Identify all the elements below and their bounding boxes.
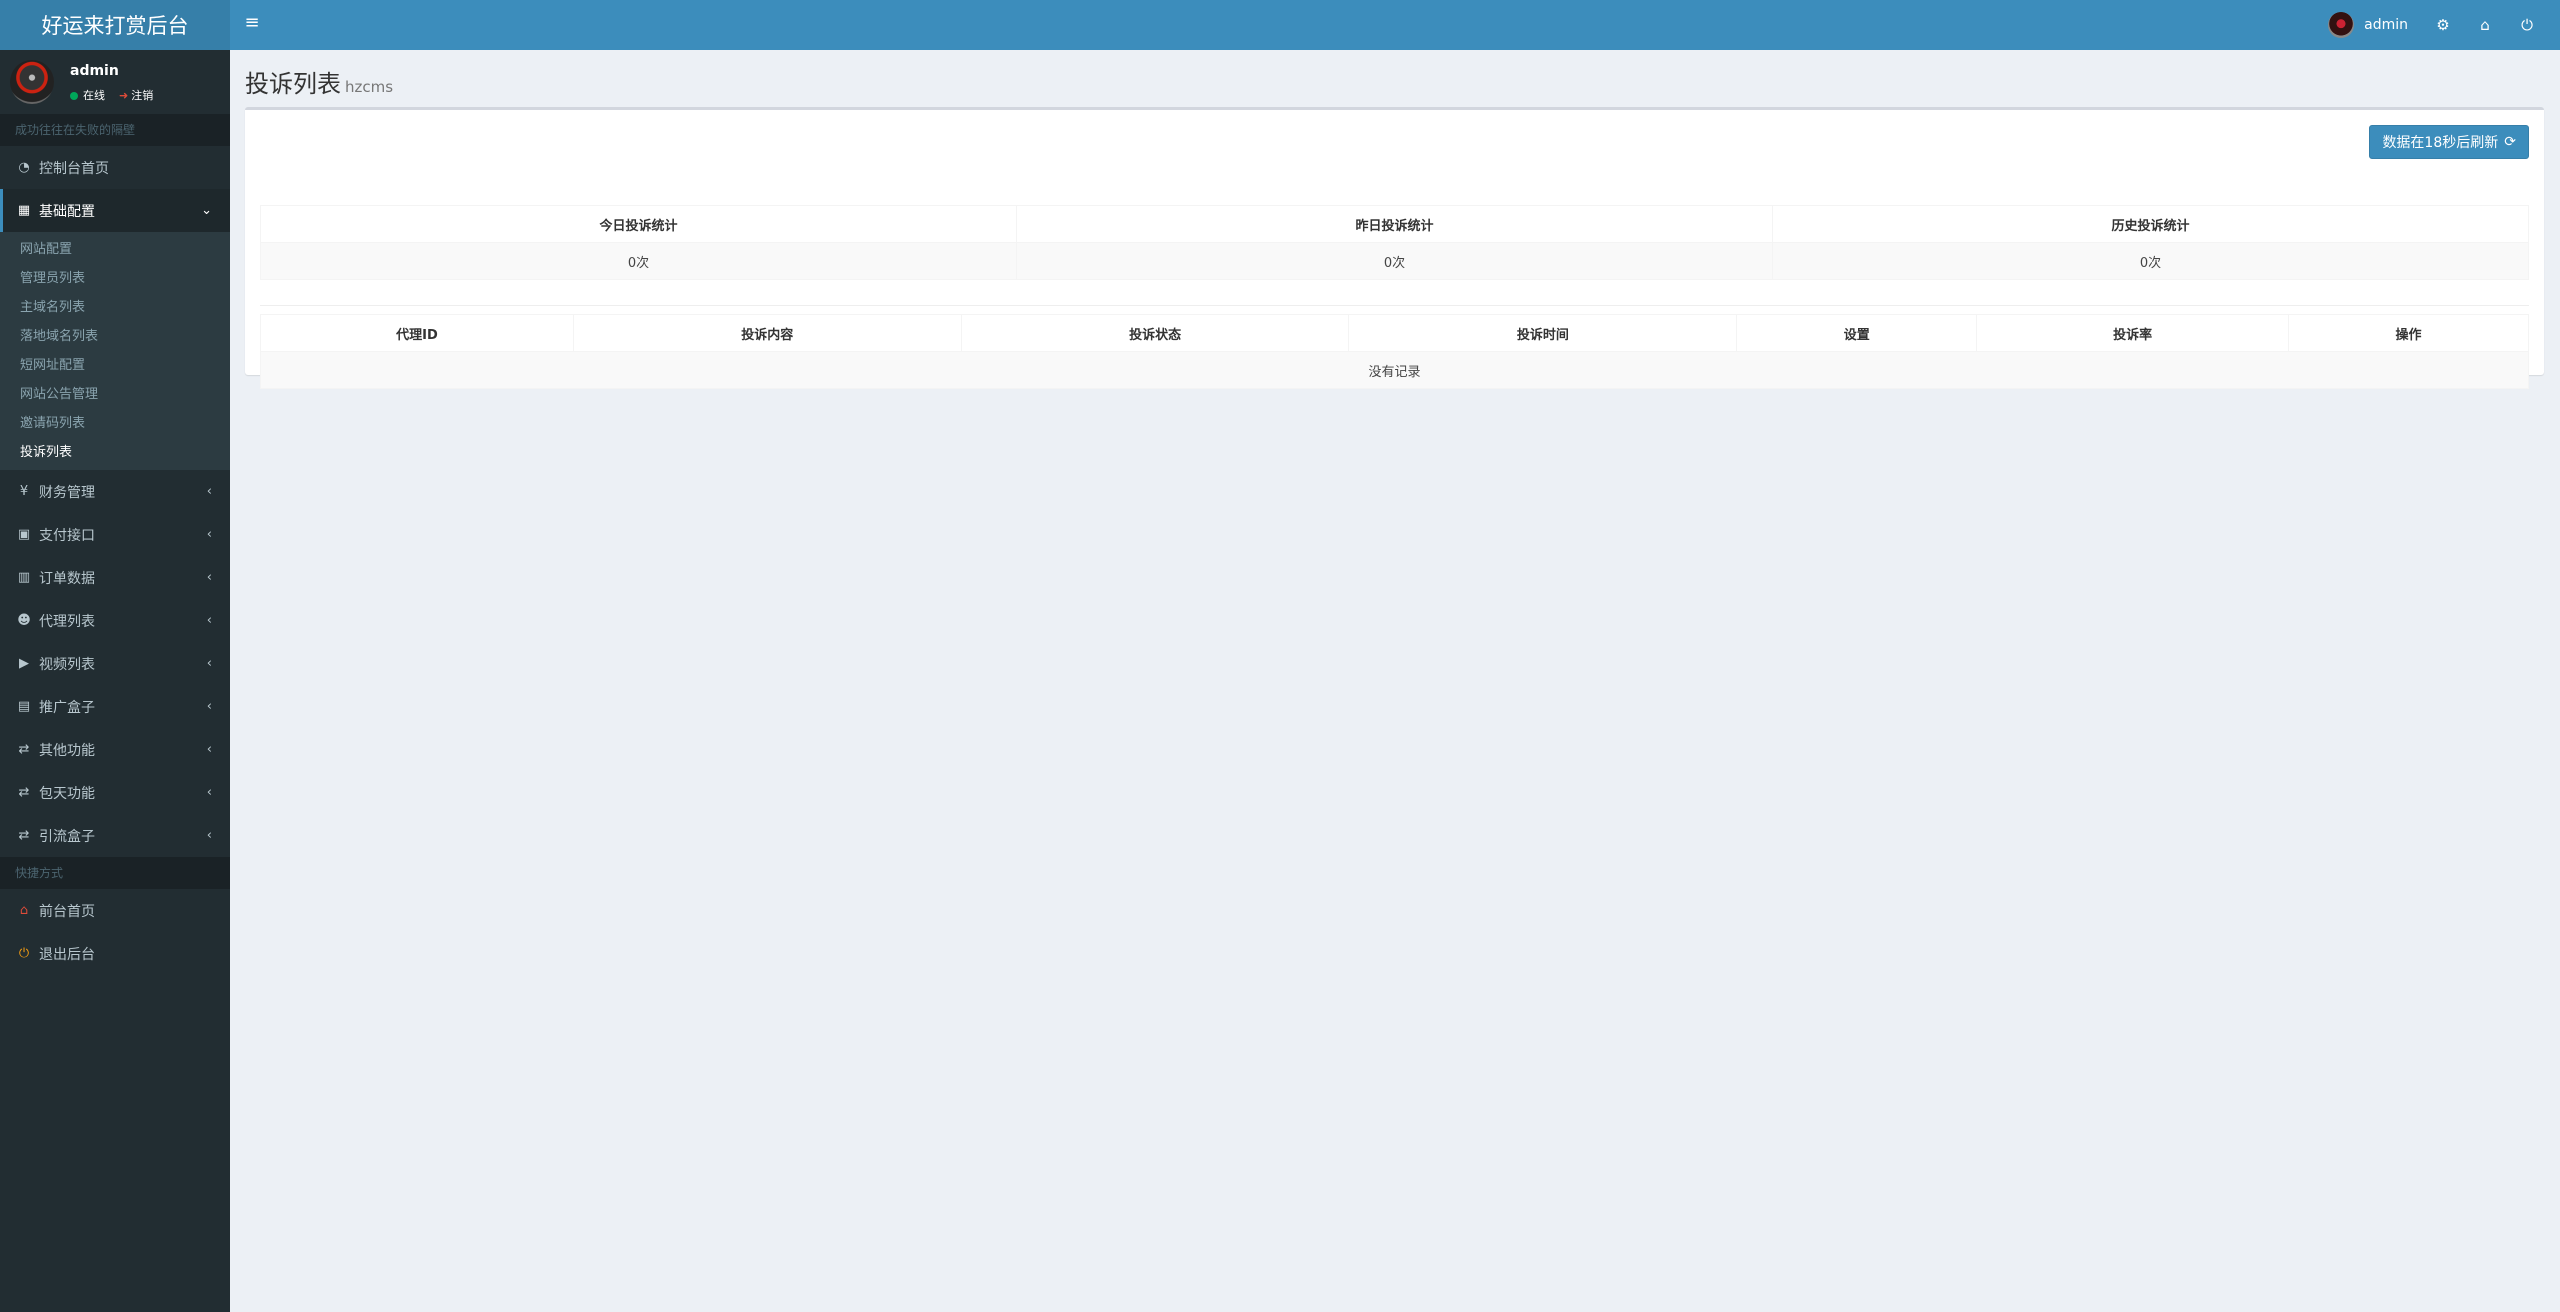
page-subtitle: hzcms [345,78,394,96]
bar-chart-icon: ▥ [17,570,31,585]
complaints-box: 数据在18秒后刷新 ⟳ 今日投诉统计 昨日投诉统计 历史投诉统计 0次 0次 0… [245,107,2544,389]
home-icon: ⌂ [19,903,29,918]
sidebar-item-other[interactable]: ⇄ 其他功能 ‹ [0,728,230,771]
logout-link[interactable]: ➜ 注销 [119,87,153,103]
app-logo[interactable]: 好运来打赏后台 [0,0,230,50]
submenu-item-site-config[interactable]: 网站配置 [0,235,230,264]
power-icon: ⏻ [18,946,30,961]
chevron-left-icon: ‹ [206,613,212,628]
sidebar-item-traffic-box[interactable]: ⇄ 引流盒子 ‹ [0,814,230,857]
gears-icon: ⚙ [2436,16,2450,34]
sidebar-item-agents[interactable]: ☻ 代理列表 ‹ [0,599,230,642]
submenu-item-complaints[interactable]: 投诉列表 [0,438,230,467]
power-button[interactable]: ⏻ [2506,0,2548,50]
table-header-row: 代理ID 投诉内容 投诉状态 投诉时间 设置 投诉率 操作 [260,314,2529,352]
column-header[interactable]: 投诉内容 [572,314,962,352]
column-header[interactable]: 代理ID [260,314,574,352]
sidebar-item-finance[interactable]: ¥ 财务管理 ‹ [0,470,230,513]
yen-icon: ¥ [19,484,29,499]
user-menu[interactable]: admin [2314,12,2422,38]
sidebar-username: admin [70,63,119,79]
submenu-item-main-domains[interactable]: 主域名列表 [0,293,230,322]
chevron-down-icon: ⌄ [201,203,212,218]
column-header[interactable]: 投诉时间 [1348,314,1738,352]
header-username: admin [2364,17,2408,33]
submenu-item-admin-list[interactable]: 管理员列表 [0,264,230,293]
home-icon: ⌂ [2480,16,2490,34]
retweet-icon: ⇄ [18,785,30,800]
stats-table: 今日投诉统计 昨日投诉统计 历史投诉统计 0次 0次 0次 [260,205,2529,280]
chevron-left-icon: ‹ [206,656,212,671]
sidebar: admin 在线 ➜ 注销 成功往往在失败的隔壁 ◔ 控制台首页 ▦ 基础配置 ⌄… [0,50,230,1312]
square-icon: ▣ [17,527,31,542]
online-status: 在线 [70,87,105,103]
empty-message: 没有记录 [260,351,2529,389]
user-status: 在线 ➜ 注销 [70,87,153,103]
retweet-icon: ⇄ [18,828,30,843]
chevron-left-icon: ‹ [206,828,212,843]
sidebar-item-daily-pass[interactable]: ⇄ 包天功能 ‹ [0,771,230,814]
table-header-row: 今日投诉统计 昨日投诉统计 历史投诉统计 [260,205,2529,243]
submenu-item-short-url[interactable]: 短网址配置 [0,351,230,380]
sidebar-item-orders[interactable]: ▥ 订单数据 ‹ [0,556,230,599]
chevron-left-icon: ‹ [206,570,212,585]
dashboard-icon: ◔ [18,160,30,175]
chevron-left-icon: ‹ [206,527,212,542]
table-row: 0次 0次 0次 [260,242,2529,280]
sidebar-item-videos[interactable]: ▶ 视频列表 ‹ [0,642,230,685]
bars-icon: ≡ [244,11,260,33]
retweet-icon: ⇄ [18,742,30,757]
chevron-left-icon: ‹ [206,785,212,800]
avatar [2328,12,2355,38]
submenu-item-landing-domains[interactable]: 落地域名列表 [0,322,230,351]
online-dot-icon [70,92,78,100]
divider [260,305,2529,306]
submenu-item-invite-codes[interactable]: 邀请码列表 [0,409,230,438]
stat-yesterday: 0次 [1016,242,1773,280]
table-row: 没有记录 [260,351,2529,389]
chevron-left-icon: ‹ [206,484,212,499]
column-header[interactable]: 投诉状态 [960,314,1350,352]
page-title: 投诉列表 hzcms [245,70,394,98]
header-actions: admin ⚙ ⌂ ⏻ [2314,0,2548,50]
top-header: 好运来打赏后台 ≡ admin ⚙ ⌂ ⏻ [0,0,2560,50]
column-header: 昨日投诉统计 [1016,205,1773,243]
stat-today: 0次 [260,242,1017,280]
sidebar-item-logout[interactable]: ⏻ 退出后台 [0,932,230,975]
sidebar-item-dashboard[interactable]: ◔ 控制台首页 [0,146,230,189]
sidebar-toggle-button[interactable]: ≡ [240,10,264,34]
sidebar-item-frontend-home[interactable]: ⌂ 前台首页 [0,889,230,932]
refresh-icon: ⟳ [2504,134,2516,150]
chevron-left-icon: ‹ [206,742,212,757]
complaints-table: 代理ID 投诉内容 投诉状态 投诉时间 设置 投诉率 操作 没有记录 [260,314,2529,389]
sidebar-item-promo-box[interactable]: ▤ 推广盒子 ‹ [0,685,230,728]
column-header: 今日投诉统计 [260,205,1017,243]
table-icon: ▤ [17,699,31,714]
users-icon: ☻ [17,613,31,628]
home-button[interactable]: ⌂ [2464,0,2506,50]
column-header: 历史投诉统计 [1772,205,2529,243]
submenu-basic-config: 网站配置 管理员列表 主域名列表 落地域名列表 短网址配置 网站公告管理 邀请码… [0,232,230,470]
chevron-left-icon: ‹ [206,699,212,714]
power-icon: ⏻ [2521,16,2533,34]
column-header[interactable]: 设置 [1736,314,1978,352]
sidebar-item-basic-config[interactable]: ▦ 基础配置 ⌄ [0,189,230,232]
quick-links-header: 快捷方式 [0,857,230,889]
sign-out-icon: ➜ [119,89,129,102]
settings-button[interactable]: ⚙ [2422,0,2464,50]
stat-history: 0次 [1772,242,2529,280]
submenu-item-announcements[interactable]: 网站公告管理 [0,380,230,409]
user-panel: admin 在线 ➜ 注销 [0,50,230,114]
column-header[interactable]: 操作 [2288,314,2529,352]
sidebar-motto: 成功往往在失败的隔壁 [0,114,230,146]
sidebar-item-payment[interactable]: ▣ 支付接口 ‹ [0,513,230,556]
column-header[interactable]: 投诉率 [1976,314,2290,352]
th-large-icon: ▦ [17,203,31,218]
avatar [10,60,54,104]
video-icon: ▶ [19,656,29,671]
refresh-button[interactable]: 数据在18秒后刷新 ⟳ [2369,125,2529,159]
